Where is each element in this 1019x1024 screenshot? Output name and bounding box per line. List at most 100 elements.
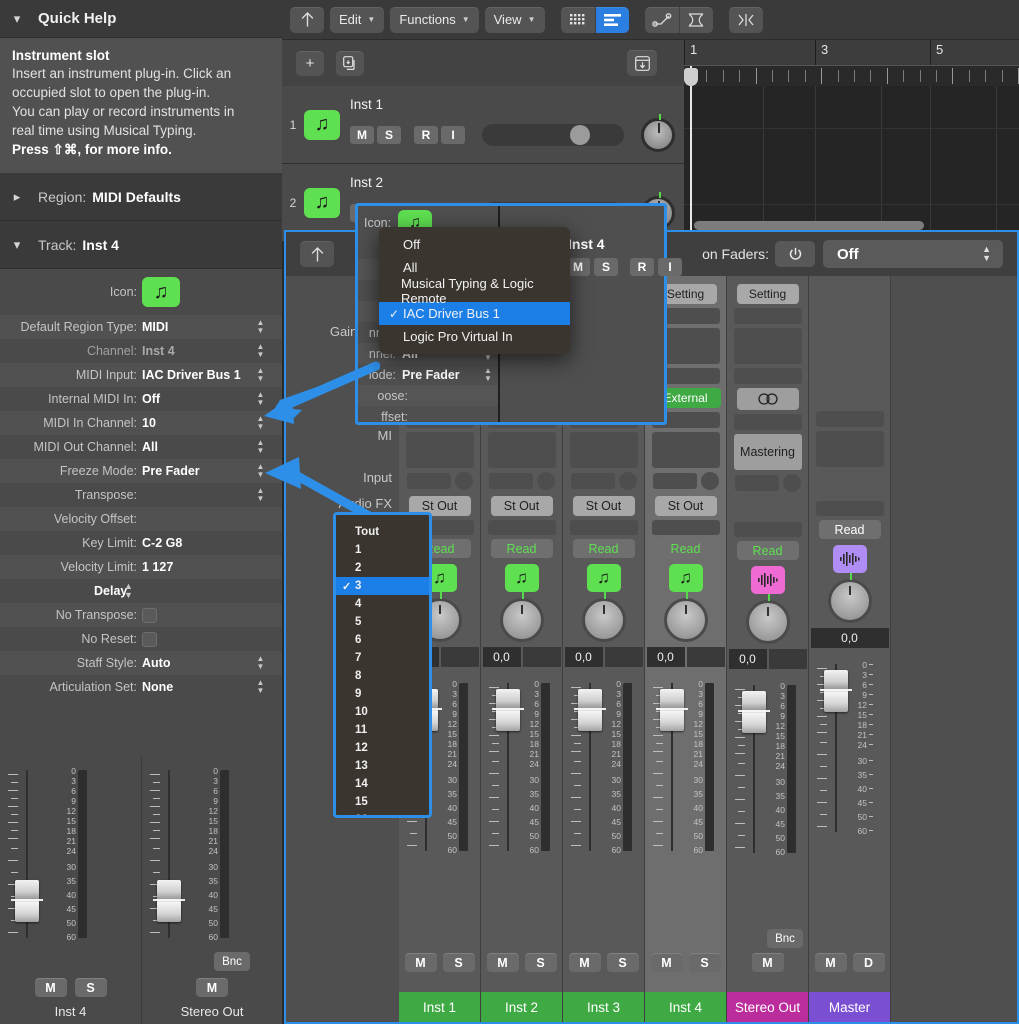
midi-fx-slot[interactable]	[651, 308, 720, 324]
record-enable-button[interactable]: R	[414, 126, 438, 144]
channel-item-0[interactable]: Tout	[336, 523, 429, 541]
waveform-icon[interactable]	[832, 545, 867, 573]
pan-value[interactable]	[440, 647, 479, 667]
bounce-button[interactable]: Bnc	[767, 929, 803, 948]
channel-item-9[interactable]: 9	[336, 685, 429, 703]
music-note-icon[interactable]: ♫	[668, 564, 703, 592]
send-knob[interactable]	[700, 472, 719, 490]
solo-button[interactable]: S	[377, 204, 401, 222]
fader-handle[interactable]	[738, 691, 770, 733]
group-slot[interactable]	[733, 522, 802, 537]
pan-knob[interactable]	[641, 114, 675, 152]
automation-mode-button[interactable]: Read	[736, 541, 799, 560]
send-knob[interactable]	[618, 472, 637, 490]
channel-item-12[interactable]: 12	[336, 739, 429, 757]
volume-value[interactable]: 0,0	[728, 649, 767, 669]
horizontal-scrollbar[interactable]	[694, 221, 924, 230]
channel-item-6[interactable]: 6	[336, 631, 429, 649]
send-slot-a[interactable]	[733, 414, 802, 430]
pan-value[interactable]	[686, 647, 725, 667]
menu-functions[interactable]: Functions ▼	[390, 6, 479, 33]
chevron-updown-icon[interactable]: ▲▼	[255, 366, 266, 384]
automation-mode-button[interactable]: Read	[654, 539, 717, 558]
music-note-icon[interactable]: ♫	[504, 564, 539, 592]
chevron-updown-icon[interactable]: ▲▼	[255, 486, 266, 504]
group-slot[interactable]	[569, 520, 638, 535]
setting-button[interactable]: Setting	[654, 284, 717, 304]
mute-button[interactable]: M	[350, 126, 374, 144]
plugin-slot[interactable]	[651, 432, 720, 468]
strip-name-button[interactable]: Stereo Out	[727, 992, 808, 1022]
record-enable-button[interactable]: R	[414, 204, 438, 222]
input-button[interactable]: External	[404, 388, 475, 408]
volume-handle[interactable]	[570, 125, 590, 145]
checkbox-14[interactable]	[142, 631, 157, 647]
automation-icon[interactable]	[644, 6, 679, 33]
pan-value[interactable]	[768, 649, 807, 669]
volume-slider[interactable]	[482, 124, 624, 146]
pan-value[interactable]	[604, 647, 643, 667]
plus-icon[interactable]: +	[296, 50, 324, 76]
chevron-updown-icon[interactable]: ▲▼	[124, 582, 133, 600]
chevron-updown-icon[interactable]: ▲▼	[255, 390, 266, 408]
fader-handle[interactable]	[820, 670, 852, 712]
plugin-slot[interactable]	[569, 432, 638, 468]
solo-button[interactable]: S	[688, 953, 721, 972]
menu-view[interactable]: View ▼	[484, 6, 545, 33]
chevron-updown-icon[interactable]: ▲▼	[255, 678, 266, 696]
solo-button[interactable]: S	[524, 953, 557, 972]
midi-fx-slot[interactable]	[733, 308, 802, 324]
music-note-icon[interactable]: ♫	[142, 277, 180, 307]
send-slot-a[interactable]	[651, 412, 720, 428]
output-button[interactable]: St Out	[572, 496, 635, 516]
pan-knob[interactable]	[641, 192, 675, 230]
pan-knob[interactable]	[745, 594, 790, 644]
audio-fx-slot[interactable]	[569, 368, 638, 384]
chevron-updown-icon[interactable]: ▲▼	[255, 654, 266, 672]
import-icon[interactable]	[627, 50, 657, 76]
arrow-up-icon[interactable]	[300, 241, 334, 267]
strip-name-button[interactable]: Inst 1	[399, 992, 480, 1022]
mute-button[interactable]: M	[650, 953, 683, 972]
beat-ruler[interactable]	[684, 66, 1019, 86]
plugin-slot[interactable]	[815, 431, 884, 467]
instrument-slot[interactable]	[733, 328, 802, 364]
audio-fx-slot[interactable]	[733, 368, 802, 384]
list-view-icon[interactable]	[594, 6, 629, 33]
strip-name-button[interactable]: Master	[809, 992, 890, 1022]
pan-knob[interactable]	[581, 592, 626, 642]
playhead[interactable]	[690, 66, 692, 236]
checkbox-13[interactable]	[142, 607, 157, 623]
fader-handle[interactable]	[153, 880, 185, 922]
channel-item-4[interactable]: 4	[336, 595, 429, 613]
fader-handle[interactable]	[492, 689, 524, 731]
timeline-grid[interactable]	[684, 86, 1019, 236]
plugin-slot[interactable]	[487, 432, 556, 468]
music-note-icon[interactable]: ♫	[304, 109, 340, 140]
mixer-strip-4[interactable]: Setting Mastering Read 0,0 0 3 6 9 12 15 18 21 24 30 3…	[727, 276, 809, 1022]
automation-mode-button[interactable]: Read	[490, 539, 553, 558]
chevron-updown-icon[interactable]: ▲▼	[255, 462, 266, 480]
input-button[interactable]: External	[486, 388, 557, 408]
audio-fx-slot[interactable]	[487, 368, 556, 384]
volume-value[interactable]: 0,0	[646, 647, 685, 667]
mixer-strip-1[interactable]: SettingExternalSt OutRead♫0,003691215182…	[481, 276, 563, 1022]
fader-handle[interactable]	[11, 880, 43, 922]
music-note-icon[interactable]: ♫	[586, 564, 621, 592]
chevron-updown-icon[interactable]: ▲▼	[255, 342, 266, 360]
send-slot[interactable]	[570, 473, 615, 489]
chevron-updown-icon[interactable]: ▲▼	[255, 318, 266, 336]
mastering-slot[interactable]: Mastering	[733, 434, 802, 470]
fader-handle[interactable]	[656, 689, 688, 731]
bar-ruler[interactable]: 1 3 5	[684, 40, 1019, 66]
output-button[interactable]: St Out	[490, 496, 553, 516]
input-button[interactable]: External	[568, 388, 639, 408]
instrument-slot[interactable]	[651, 328, 720, 364]
midi-input-item-4[interactable]: Logic Pro Virtual In	[379, 325, 570, 348]
strip-name-button[interactable]: Inst 3	[563, 992, 644, 1022]
mute-button[interactable]: M	[350, 204, 374, 222]
channel-item-15[interactable]: 15	[336, 793, 429, 811]
channel-item-7[interactable]: 7	[336, 649, 429, 667]
pan-knob[interactable]	[827, 573, 872, 623]
mute-button[interactable]: M	[486, 953, 519, 972]
